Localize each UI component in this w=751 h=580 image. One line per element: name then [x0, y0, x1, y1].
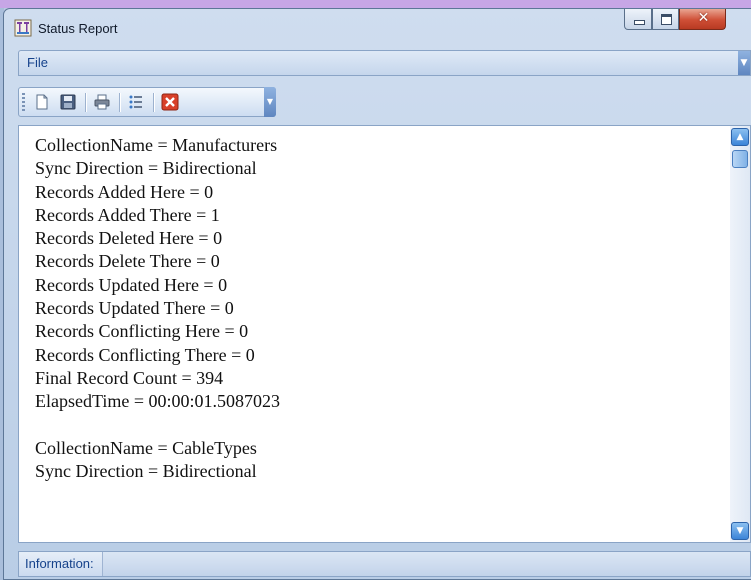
report-line: Records Added There = 1: [35, 204, 220, 225]
report-line: Records Deleted Here = 0: [35, 228, 223, 249]
report-line: ElapsedTime = 00:00:01.5087023: [35, 391, 280, 412]
toolbar-grip[interactable]: [22, 93, 25, 111]
menu-file[interactable]: File: [27, 55, 48, 70]
report-line: Sync Direction = Bidirectional: [35, 461, 257, 482]
close-report-icon[interactable]: [161, 93, 179, 111]
app-status-icon: [14, 19, 32, 37]
report-line: Sync Direction = Bidirectional: [35, 158, 257, 179]
report-blank-line: [35, 414, 280, 437]
minimize-button[interactable]: [624, 9, 652, 30]
minimize-icon: [634, 20, 645, 25]
vertical-scrollbar[interactable]: ▲ ▼: [730, 126, 750, 542]
report-line: CollectionName = CableTypes: [35, 437, 257, 458]
report-line: Records Added Here = 0: [35, 181, 214, 202]
scroll-up-button[interactable]: ▲: [731, 128, 749, 146]
status-bar: Information:: [18, 551, 751, 577]
maximize-button[interactable]: [652, 9, 679, 30]
toolbar-overflow-button[interactable]: ▼: [264, 87, 276, 117]
print-icon[interactable]: [93, 93, 111, 111]
window-title: Status Report: [38, 21, 118, 36]
toolbar-separator: [153, 93, 155, 112]
toolbar: ▼: [18, 87, 276, 117]
report-line: Final Record Count = 394: [35, 367, 224, 388]
desktop-background: [0, 0, 751, 8]
menu-overflow-button[interactable]: ▼: [738, 51, 750, 75]
scroll-down-button[interactable]: ▼: [731, 522, 749, 540]
save-icon[interactable]: [59, 93, 77, 111]
report-line: Records Conflicting Here = 0: [35, 321, 249, 342]
report-line: Records Delete There = 0: [35, 251, 220, 272]
status-information-label: Information:: [19, 552, 103, 576]
scroll-thumb[interactable]: [732, 150, 748, 168]
toolbar-separator: [85, 93, 87, 112]
report-line: Records Updated Here = 0: [35, 274, 228, 295]
toolbar-separator: [119, 93, 121, 112]
close-icon: ✕: [697, 10, 710, 26]
menu-bar: File ▼: [18, 50, 751, 76]
title-bar[interactable]: Status Report ✕: [4, 9, 751, 47]
new-document-icon[interactable]: [33, 93, 51, 111]
status-report-window: Status Report ✕ File ▼ ▼ CollectionName …: [3, 8, 751, 580]
report-line: Records Updated There = 0: [35, 298, 234, 319]
report-text-area[interactable]: CollectionName = Manufacturers Sync Direc…: [18, 125, 751, 543]
report-line: CollectionName = Manufacturers: [35, 135, 278, 155]
list-icon[interactable]: [127, 93, 145, 111]
maximize-icon: [661, 14, 672, 25]
report-line: Records Conflicting There = 0: [35, 344, 255, 365]
close-button[interactable]: ✕: [679, 9, 726, 30]
report-lines: CollectionName = Manufacturers Sync Direc…: [35, 134, 280, 483]
